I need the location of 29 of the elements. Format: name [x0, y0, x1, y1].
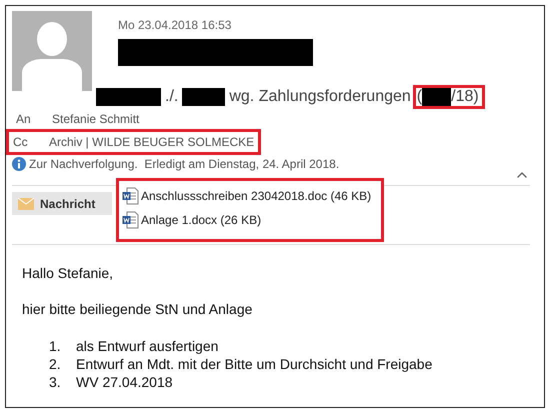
list-item-text: WV 27.04.2018: [76, 373, 173, 391]
recipient-name: Archiv | WILDE BEUGER SOLMECKE: [49, 135, 254, 149]
greeting-text: Hallo Stefanie,: [22, 265, 114, 281]
redaction-bar: [422, 88, 452, 106]
follow-up-text: Zur Nachverfolgung. Erledigt am Dienstag, 24. April 2018.: [29, 157, 340, 171]
info-icon: [12, 157, 26, 171]
body-text: hier bitte beiliegende StN und Anlage: [22, 301, 254, 317]
list-item-text: Entwurf an Mdt. mit der Bitte um Durchsicht und Freigabe: [76, 355, 432, 373]
word-document-icon: [122, 187, 139, 205]
subject-text: /18): [451, 88, 479, 106]
message-button[interactable]: Nachricht: [12, 192, 112, 215]
subject-text: (: [416, 88, 422, 106]
redaction-bar: [182, 88, 226, 106]
list-number: 3.: [49, 373, 62, 391]
redaction-bar: [96, 88, 161, 106]
date-text: Mo 23.04.2018 16:53: [118, 18, 232, 32]
avatar-icon: [12, 11, 92, 91]
recipient-label: Cc: [13, 135, 29, 149]
subject-text: wg. Zahlungsforderungen: [229, 88, 411, 106]
attachment-link[interactable]: Anschlussschreiben 23042018.doc (46 KB): [122, 187, 373, 205]
subject-text: ./.: [165, 88, 178, 106]
recipient-name: Stefanie Schmitt: [52, 112, 140, 126]
envelope-icon: [18, 198, 34, 210]
recipient-label: An: [16, 112, 32, 126]
list-item-text: als Entwurf ausfertigen: [76, 337, 218, 355]
word-document-icon: [122, 211, 139, 229]
list-number: 2.: [49, 355, 62, 373]
list-number: 1.: [49, 337, 62, 355]
attachment-link[interactable]: Anlage 1.docx (26 KB): [122, 211, 373, 229]
